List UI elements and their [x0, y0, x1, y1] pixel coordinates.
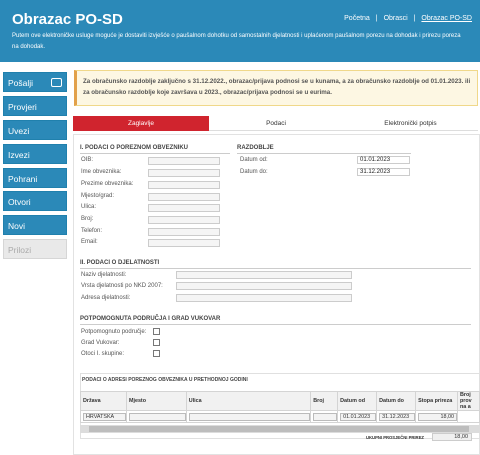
import-button-label: Uvezi: [8, 125, 30, 136]
table-header-row: Država Mjesto Ulica Broj Datum od Datum …: [80, 391, 480, 411]
check-button[interactable]: Provjeri: [3, 95, 67, 116]
send-button[interactable]: Pošalji: [3, 72, 67, 92]
col-mjesto: Mjesto: [125, 391, 187, 411]
tab-bar: Zaglavlje Podaci Elektronički potpis: [73, 116, 478, 131]
date-from-field[interactable]: 01.01.2023: [357, 156, 410, 164]
cell-ulica[interactable]: [185, 410, 312, 423]
nkd-field[interactable]: [176, 282, 352, 290]
section-taxpayer-title: I. PODACI O POREZNOM OBVEZNIKU: [80, 145, 230, 154]
tab-zaglavlje[interactable]: Zaglavlje: [73, 116, 209, 131]
ulica-value: [188, 412, 311, 421]
export-button-label: Izvezi: [8, 149, 30, 160]
tab-elektronicki-potpis[interactable]: Elektronički potpis: [343, 116, 478, 131]
attachments-button: Prilozi: [3, 239, 67, 260]
date-to-field[interactable]: 31.12.2023: [357, 168, 410, 176]
label-broj: Broj:: [81, 216, 94, 222]
house-number-field[interactable]: [148, 216, 220, 224]
cell-drzava[interactable]: HRVATSKA: [80, 410, 127, 423]
page-header: Obrazac PO-SD Početna | Obrasci | Obraza…: [0, 0, 480, 62]
label-ulica: Ulica:: [81, 204, 97, 210]
table-row: HRVATSKA 01.01.2023 31.12.2023 18,00: [80, 410, 480, 423]
cell-broj[interactable]: [310, 410, 339, 423]
breadcrumb-separator: |: [375, 15, 378, 22]
first-name-field[interactable]: [148, 169, 220, 177]
col-broj: Broj: [310, 391, 339, 411]
scrollbar-thumb[interactable]: [89, 426, 469, 432]
activity-address-field[interactable]: [176, 294, 352, 302]
label-supported-area: Potpomognuto područje:: [81, 329, 147, 335]
page-description: Putem ove elektroničke usluge moguće je …: [12, 33, 461, 50]
sidebar: Pošalji Provjeri Uvezi Izvezi Pohrani Ot…: [3, 72, 67, 263]
open-button-label: Otvori: [8, 197, 31, 208]
activity-name-field[interactable]: [176, 271, 352, 279]
label-mjesto: Mjesto/grad:: [81, 193, 115, 199]
save-button[interactable]: Pohrani: [3, 167, 67, 188]
previous-address-title: PODACI O ADRESI POREZNOG OBVEZNIKA U PRE…: [82, 377, 248, 383]
breadcrumb-current[interactable]: Obrazac PO-SD: [421, 15, 472, 22]
broj-value: [313, 412, 338, 421]
supported-area-checkbox[interactable]: [153, 328, 160, 335]
breadcrumb: Početna | Obrasci | Obrazac PO-SD: [340, 15, 472, 22]
breadcrumb-obrasci[interactable]: Obrasci: [384, 15, 408, 22]
vukovar-checkbox[interactable]: [153, 339, 160, 346]
cell-datum-do[interactable]: 31.12.2023: [376, 410, 417, 423]
label-date-to: Datum do:: [240, 169, 268, 175]
export-button[interactable]: Izvezi: [3, 143, 67, 164]
cell-broj-prov: [456, 410, 480, 423]
section-period-title: RAZDOBLJE: [237, 145, 411, 154]
page-title: Obrazac PO-SD: [12, 11, 123, 28]
cell-stopa[interactable]: 18,00: [415, 410, 458, 423]
phone-field[interactable]: [148, 228, 220, 236]
table-horizontal-scrollbar[interactable]: [80, 425, 480, 433]
send-icon: [51, 78, 62, 87]
datum-od-value: 01.01.2023: [340, 412, 377, 421]
check-button-label: Provjeri: [8, 101, 37, 112]
label-activity-name: Naziv djelatnosti:: [81, 272, 127, 278]
drzava-value: HRVATSKA: [83, 412, 126, 421]
stopa-value: 18,00: [418, 412, 457, 421]
col-drzava: Država: [80, 391, 127, 411]
datum-do-value: 31.12.2023: [379, 412, 416, 421]
label-activity-address: Adresa djelatnosti:: [81, 295, 131, 301]
total-surtax-label: UKUPNI PROSJEČNI PRIREZ: [366, 435, 424, 440]
breadcrumb-separator: |: [413, 15, 416, 22]
col-datum-od: Datum od: [337, 391, 378, 411]
currency-notice: Za obračunsko razdoblje zaključno s 31.1…: [74, 70, 478, 106]
open-button[interactable]: Otvori: [3, 191, 67, 212]
new-button[interactable]: Novi: [3, 215, 67, 236]
oib-field[interactable]: [148, 157, 220, 165]
email-field[interactable]: [148, 239, 220, 247]
new-button-label: Novi: [8, 221, 26, 232]
mjesto-value: [128, 412, 186, 421]
last-name-field[interactable]: [148, 181, 220, 189]
previous-address-table: Država Mjesto Ulica Broj Datum od Datum …: [80, 391, 480, 423]
cell-datum-od[interactable]: 01.01.2023: [337, 410, 378, 423]
label-email: Email:: [81, 239, 98, 245]
col-broj-prov: Broj prov na a: [456, 391, 480, 411]
label-islands: Otoci I. skupine:: [81, 351, 125, 357]
import-button[interactable]: Uvezi: [3, 119, 67, 140]
label-telefon: Telefon:: [81, 228, 103, 234]
islands-checkbox[interactable]: [153, 350, 160, 357]
cell-mjesto[interactable]: [125, 410, 187, 423]
section-areas-title: POTPOMOGNUTA PODRUČJA I GRAD VUKOVAR: [80, 316, 471, 325]
label-date-from: Datum od:: [240, 157, 268, 163]
breadcrumb-home[interactable]: Početna: [344, 15, 370, 22]
label-nkd: Vrsta djelatnosti po NKD 2007:: [81, 283, 163, 289]
save-button-label: Pohrani: [8, 173, 38, 184]
col-datum-do: Datum do: [376, 391, 417, 411]
label-prezime: Prezime obveznika:: [81, 181, 134, 187]
send-button-label: Pošalji: [8, 78, 34, 88]
attachments-button-label: Prilozi: [8, 245, 32, 256]
total-surtax-value: 18,00: [432, 433, 472, 441]
city-field[interactable]: [148, 193, 220, 201]
label-vukovar: Grad Vukovar:: [81, 340, 120, 346]
col-ulica: Ulica: [185, 391, 312, 411]
col-stopa: Stopa prireza: [415, 391, 458, 411]
section-activity-title: II. PODACI O DJELATNOSTI: [80, 260, 471, 269]
label-oib: OIB:: [81, 157, 94, 163]
tab-podaci[interactable]: Podaci: [209, 116, 343, 131]
label-ime: Ime obveznika:: [81, 169, 122, 175]
street-field[interactable]: [148, 204, 220, 212]
